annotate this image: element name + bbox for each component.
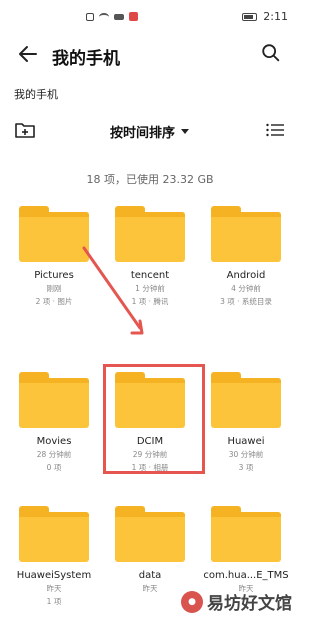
breadcrumb[interactable]: 我的手机 [14, 86, 58, 102]
search-icon[interactable] [260, 42, 282, 64]
list-view-icon[interactable] [266, 123, 284, 137]
folder-time: 1 分钟前 [135, 284, 165, 293]
folder-item[interactable]: HuaweiSystem 昨天 1 项 [6, 506, 102, 607]
highlight-box [103, 364, 205, 474]
folder-item[interactable]: com.hua...E_TMS 昨天 [198, 506, 294, 596]
folder-icon [19, 372, 89, 428]
back-arrow-icon[interactable] [16, 42, 40, 66]
folder-icon [19, 206, 89, 262]
folder-icon [211, 206, 281, 262]
folder-item[interactable]: Pictures 刚刚 2 项 · 图片 [6, 206, 102, 307]
battery-icon [242, 12, 258, 21]
folder-icon [115, 506, 185, 562]
folder-info: 1 项 [46, 597, 62, 606]
folder-time: 4 分钟前 [231, 284, 261, 293]
folder-icon [211, 372, 281, 428]
new-folder-icon[interactable] [14, 120, 36, 140]
folder-info: 3 项 · 系统目录 [220, 297, 272, 306]
folder-name: Movies [36, 436, 72, 447]
page-title: 我的手机 [52, 49, 120, 69]
folder-time: 30 分钟前 [228, 450, 264, 459]
status-icons [86, 12, 138, 21]
watermark-text: 易坊好文馆 [207, 594, 292, 614]
app-notification-icon [129, 12, 138, 21]
folder-item[interactable]: tencent 1 分钟前 1 项 · 腾讯 [102, 206, 198, 307]
sort-label: 按时间排序 [110, 126, 176, 141]
folder-info: 2 项 · 图片 [35, 297, 73, 306]
folder-name: tencent [130, 270, 170, 281]
chevron-down-icon [181, 129, 190, 134]
notification-icon [114, 13, 124, 20]
folder-icon [211, 506, 281, 562]
folder-time: 昨天 [46, 584, 62, 593]
folder-time: 刚刚 [46, 284, 62, 293]
watermark: ● 易坊好文馆 [181, 589, 292, 614]
header: 我的手机 [0, 36, 300, 72]
folder-info: 0 项 [46, 463, 62, 472]
folder-name: Huawei [227, 436, 265, 447]
status-bar: 2:11 [0, 0, 300, 34]
folder-item[interactable]: data 昨天 [102, 506, 198, 596]
folder-item[interactable]: Movies 28 分钟前 0 项 [6, 372, 102, 473]
folder-name: Pictures [34, 270, 74, 281]
sort-dropdown[interactable]: 按时间排序 [110, 122, 190, 141]
folder-info: 1 项 · 腾讯 [131, 297, 169, 306]
folder-name: Android [226, 270, 266, 281]
toolbar: 按时间排序 [0, 116, 300, 146]
folder-icon [19, 506, 89, 562]
status-time: 2:11 [263, 10, 288, 23]
folder-icon [115, 206, 185, 262]
folder-info: 3 项 [238, 463, 254, 472]
watermark-logo-icon: ● [181, 590, 203, 613]
folder-name: com.hua...E_TMS [203, 570, 289, 581]
folder-name: data [138, 570, 162, 581]
wifi-icon [99, 12, 109, 21]
sim-icon [86, 12, 94, 21]
folder-name: HuaweiSystem [16, 570, 92, 581]
storage-summary: 18 项，已使用 23.32 GB [86, 173, 214, 186]
folder-item[interactable]: Huawei 30 分钟前 3 项 [198, 372, 294, 473]
folder-item[interactable]: Android 4 分钟前 3 项 · 系统目录 [198, 206, 294, 307]
folder-time: 28 分钟前 [36, 450, 72, 459]
